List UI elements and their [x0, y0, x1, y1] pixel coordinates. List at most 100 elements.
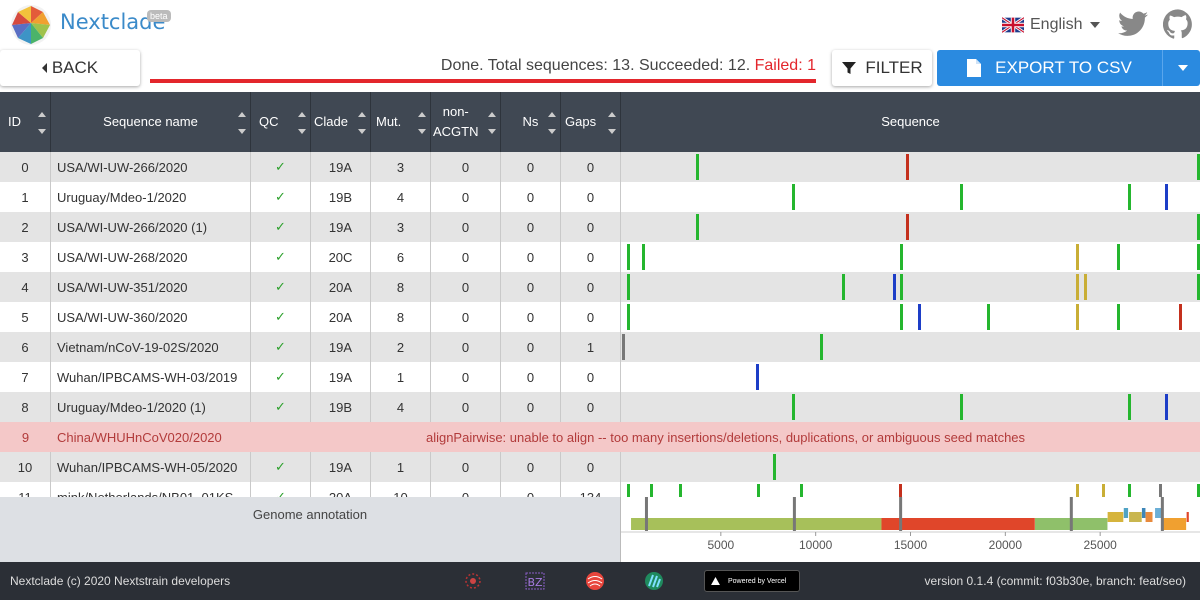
- mutation-marker[interactable]: [900, 304, 903, 330]
- github-icon[interactable]: [1163, 9, 1193, 39]
- column-header-sequence-name[interactable]: Sequence name: [51, 92, 251, 152]
- sort-icon[interactable]: [418, 112, 426, 134]
- mutation-marker[interactable]: [1102, 484, 1105, 497]
- gene-block[interactable]: [1141, 508, 1146, 518]
- table-row[interactable]: 3 USA/WI-UW-268/2020 ✓ 20C 6 0 0 0: [0, 242, 1200, 272]
- mutation-marker[interactable]: [893, 274, 896, 300]
- bz-icon[interactable]: BZ: [524, 570, 546, 592]
- mutation-marker[interactable]: [900, 244, 903, 270]
- mutation-marker[interactable]: [756, 364, 759, 390]
- gene-block[interactable]: [1129, 512, 1142, 522]
- column-header-non-acgtn[interactable]: non- ACGTN: [431, 92, 501, 152]
- sequence-view[interactable]: [621, 152, 1200, 182]
- sequence-view[interactable]: [621, 302, 1200, 332]
- table-row[interactable]: 5 USA/WI-UW-360/2020 ✓ 20A 8 0 0 0: [0, 302, 1200, 332]
- mutation-marker[interactable]: [1076, 244, 1079, 270]
- mutation-marker[interactable]: [918, 304, 921, 330]
- mutation-marker[interactable]: [1179, 304, 1182, 330]
- table-row[interactable]: 8 Uruguay/Mdeo-1/2020 (1) ✓ 19B 4 0 0 0: [0, 392, 1200, 422]
- table-row-failed[interactable]: 9 China/WHUHnCoV020/2020 alignPairwise: un…: [0, 422, 1200, 452]
- mutation-marker[interactable]: [757, 484, 760, 497]
- neherlab-icon[interactable]: [584, 570, 606, 592]
- sequence-view[interactable]: [621, 332, 1200, 362]
- mutation-marker[interactable]: [1165, 394, 1168, 420]
- mutation-marker[interactable]: [820, 334, 823, 360]
- mutation-marker[interactable]: [1128, 394, 1131, 420]
- mutation-marker[interactable]: [792, 394, 795, 420]
- mutation-marker[interactable]: [642, 244, 645, 270]
- language-selector[interactable]: English: [1002, 13, 1101, 37]
- mutation-marker[interactable]: [627, 274, 630, 300]
- table-row[interactable]: 6 Vietnam/nCoV-19-02S/2020 ✓ 19A 2 0 0 1: [0, 332, 1200, 362]
- sort-icon[interactable]: [238, 112, 246, 134]
- powered-by-vercel-badge[interactable]: Powered by Vercel: [704, 570, 800, 592]
- sequence-view[interactable]: [621, 212, 1200, 242]
- mutation-marker[interactable]: [650, 484, 653, 497]
- sort-icon[interactable]: [488, 112, 496, 134]
- mutation-marker[interactable]: [1084, 274, 1087, 300]
- mutation-marker[interactable]: [792, 184, 795, 210]
- mutation-marker[interactable]: [696, 214, 699, 240]
- mutation-marker[interactable]: [1076, 304, 1079, 330]
- mutation-marker[interactable]: [1128, 484, 1131, 497]
- sequence-view[interactable]: [621, 392, 1200, 422]
- gene-block[interactable]: [631, 518, 882, 530]
- table-row[interactable]: 4 USA/WI-UW-351/2020 ✓ 20A 8 0 0 0: [0, 272, 1200, 302]
- biozentrum-icon[interactable]: [643, 570, 665, 592]
- mutation-marker[interactable]: [1165, 184, 1168, 210]
- column-header-gaps[interactable]: Gaps: [561, 92, 621, 152]
- sequence-view[interactable]: [621, 182, 1200, 212]
- mutation-marker[interactable]: [622, 334, 625, 360]
- mutation-marker[interactable]: [627, 304, 630, 330]
- nextstrain-icon[interactable]: [462, 570, 484, 592]
- mutation-marker[interactable]: [987, 304, 990, 330]
- mutation-marker[interactable]: [1076, 274, 1079, 300]
- column-header-mutations[interactable]: Mut.: [371, 92, 431, 152]
- mutation-marker[interactable]: [800, 484, 803, 497]
- gene-block[interactable]: [1145, 512, 1153, 522]
- sort-icon[interactable]: [358, 112, 366, 134]
- twitter-icon[interactable]: [1118, 10, 1148, 38]
- export-csv-button[interactable]: EXPORT TO CSV: [937, 50, 1162, 86]
- gene-block[interactable]: [1162, 518, 1187, 530]
- sort-icon[interactable]: [608, 112, 616, 134]
- mutation-marker[interactable]: [696, 154, 699, 180]
- mutation-marker[interactable]: [1159, 484, 1162, 497]
- gene-block[interactable]: [1123, 508, 1129, 518]
- mutation-marker[interactable]: [1117, 244, 1120, 270]
- mutation-marker[interactable]: [900, 274, 903, 300]
- sequence-view[interactable]: [621, 452, 1200, 482]
- filter-button[interactable]: FILTER: [832, 50, 932, 86]
- mutation-marker[interactable]: [627, 244, 630, 270]
- column-header-ns[interactable]: Ns: [501, 92, 561, 152]
- mutation-marker[interactable]: [899, 484, 902, 497]
- gene-block[interactable]: [881, 518, 1035, 530]
- sort-icon[interactable]: [298, 112, 306, 134]
- mutation-marker[interactable]: [679, 484, 682, 497]
- sequence-view[interactable]: [621, 242, 1200, 272]
- mutation-marker[interactable]: [906, 214, 909, 240]
- table-row[interactable]: 11 mink/Netherlands/NB01_01KS ✓ 20A 10 0 0 134: [0, 482, 1200, 497]
- nextclade-logo-icon[interactable]: [10, 4, 52, 46]
- mutation-marker[interactable]: [960, 394, 963, 420]
- column-header-qc[interactable]: QC: [251, 92, 311, 152]
- sequence-view[interactable]: [621, 482, 1200, 497]
- mutation-marker[interactable]: [842, 274, 845, 300]
- mutation-marker[interactable]: [906, 154, 909, 180]
- sort-icon[interactable]: [38, 112, 46, 134]
- gene-block[interactable]: [1186, 512, 1189, 522]
- mutation-marker[interactable]: [1128, 184, 1131, 210]
- gene-block[interactable]: [1107, 512, 1124, 522]
- mutation-marker[interactable]: [1117, 304, 1120, 330]
- column-header-id[interactable]: ID: [0, 92, 51, 152]
- column-header-clade[interactable]: Clade: [311, 92, 371, 152]
- sequence-view[interactable]: [621, 272, 1200, 302]
- table-row[interactable]: 0 USA/WI-UW-266/2020 ✓ 19A 3 0 0 0: [0, 152, 1200, 182]
- mutation-marker[interactable]: [773, 454, 776, 480]
- mutation-marker[interactable]: [1076, 484, 1079, 497]
- mutation-marker[interactable]: [627, 484, 630, 497]
- export-dropdown-toggle[interactable]: [1162, 50, 1200, 86]
- sort-icon[interactable]: [548, 112, 556, 134]
- sequence-view[interactable]: [621, 362, 1200, 392]
- table-row[interactable]: 7 Wuhan/IPBCAMS-WH-03/2019 ✓ 19A 1 0 0 0: [0, 362, 1200, 392]
